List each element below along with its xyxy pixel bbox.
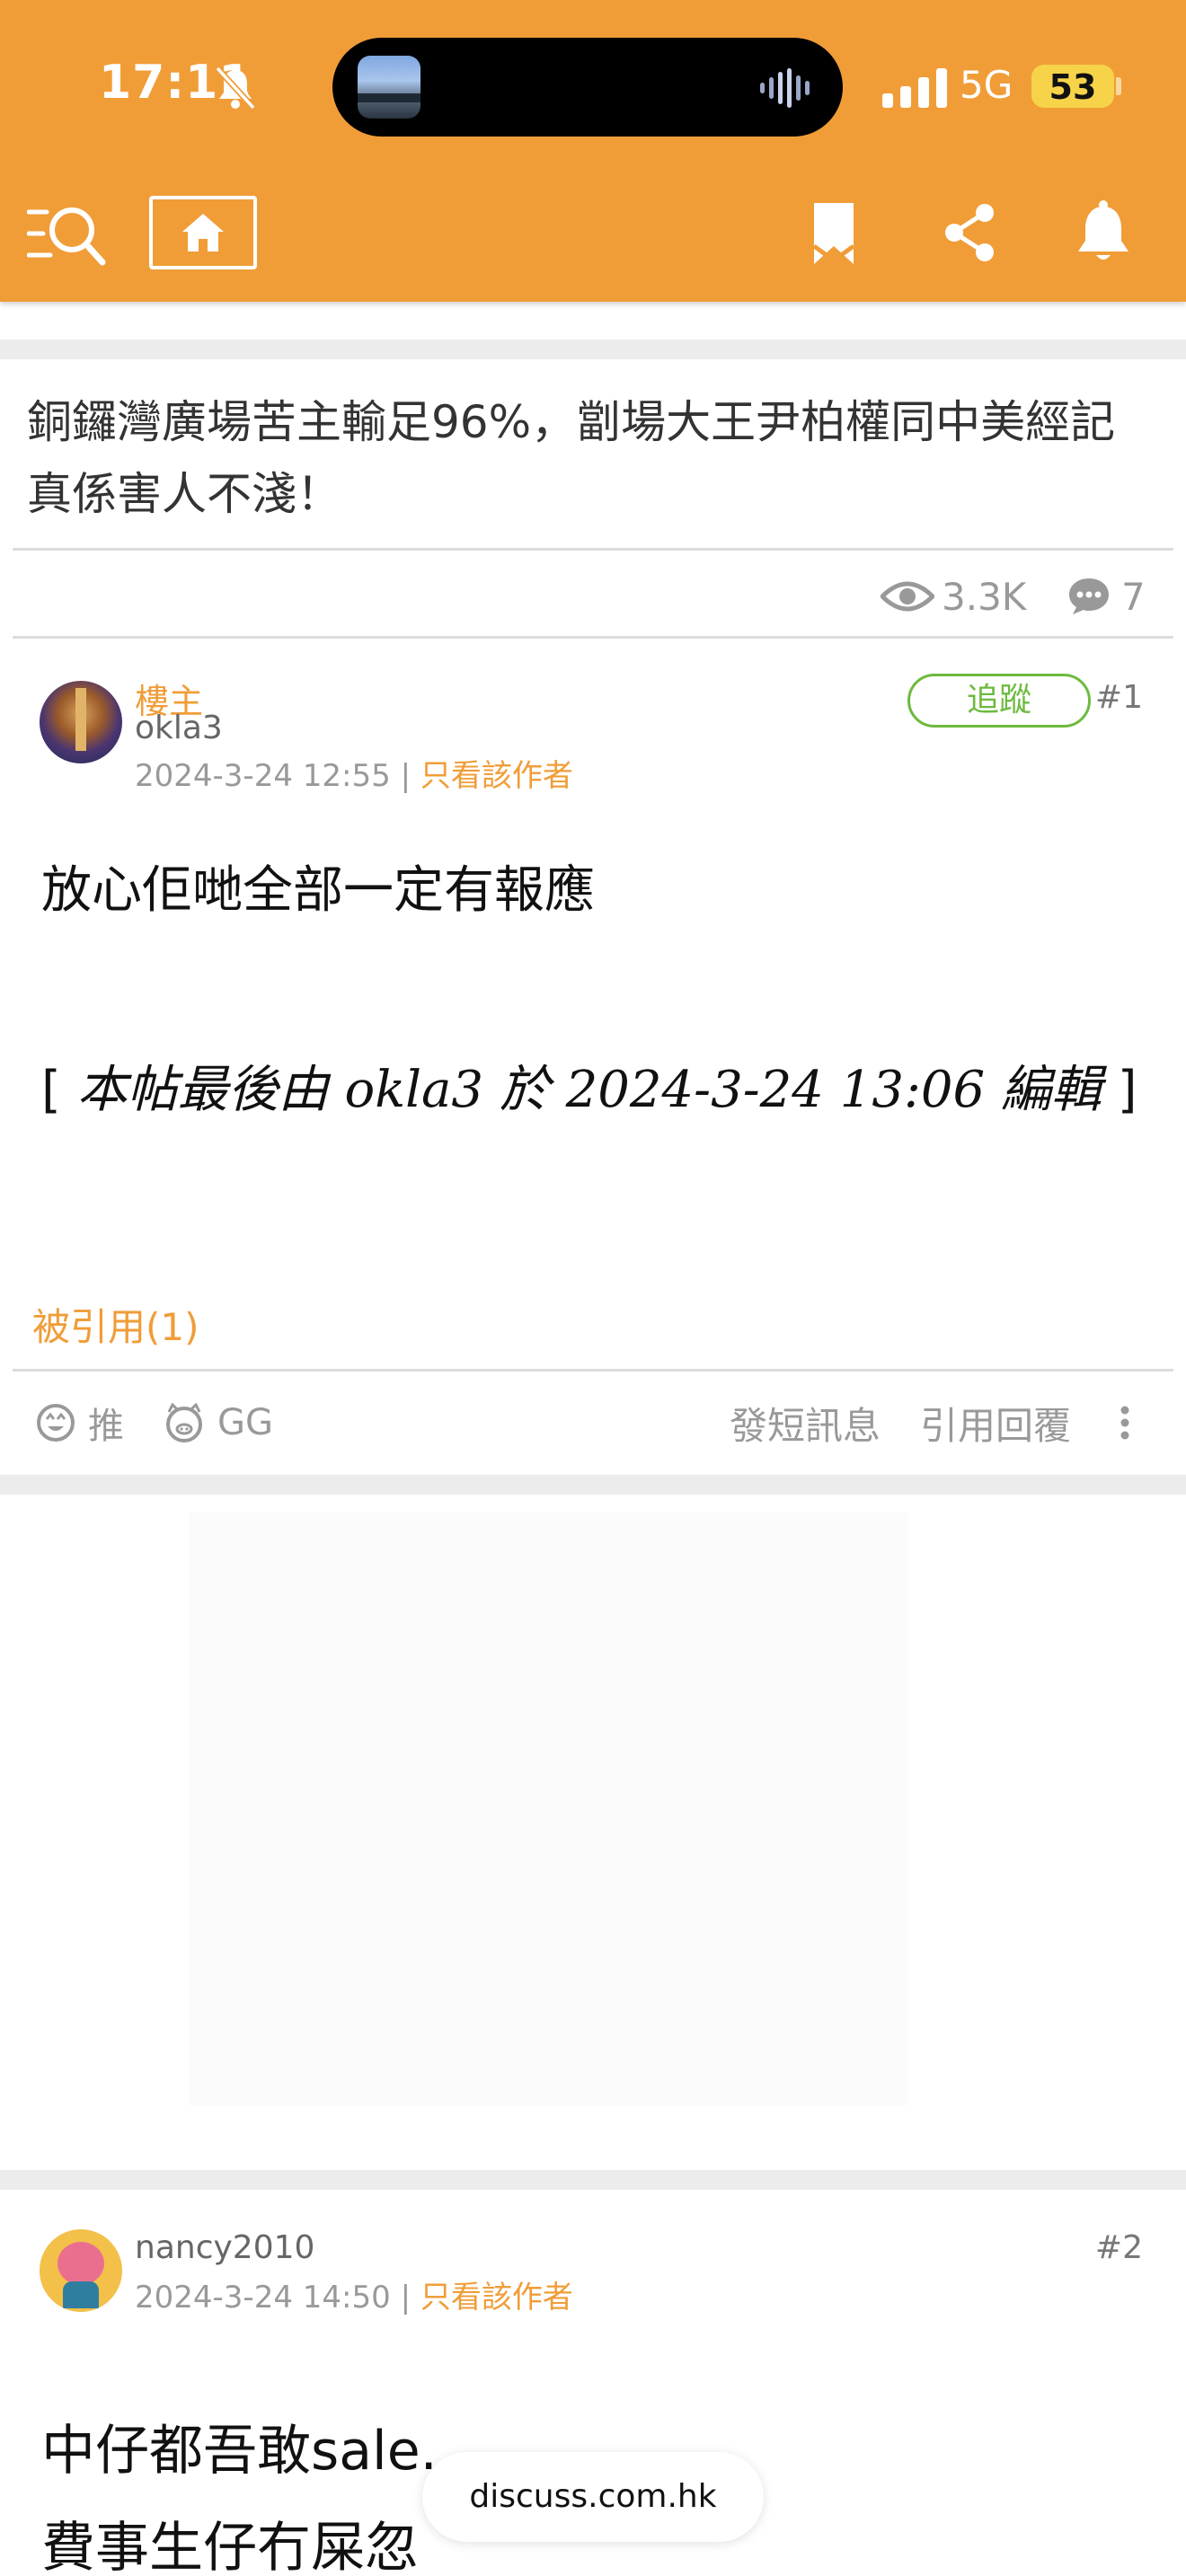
silent-mode-icon bbox=[215, 66, 256, 110]
view-count-value: 3.3K bbox=[942, 574, 1027, 619]
home-icon bbox=[182, 214, 224, 251]
gg-button[interactable]: GG bbox=[164, 1390, 273, 1455]
cited-link[interactable]: 被引用(1) bbox=[32, 1297, 199, 1352]
post-meta: 2024-3-24 12:55 | 只看該作者 bbox=[135, 751, 573, 795]
meta-separator: | bbox=[400, 758, 412, 794]
eye-icon bbox=[881, 581, 934, 612]
network-type: 5G bbox=[960, 63, 1013, 107]
menu-search-icon[interactable] bbox=[27, 199, 106, 268]
battery-tip bbox=[1116, 77, 1121, 95]
pig-face-icon bbox=[166, 1403, 202, 1442]
ad-faded-content bbox=[189, 1513, 907, 2105]
avatar[interactable] bbox=[40, 681, 122, 763]
send-message-button[interactable]: 發短訊息 bbox=[730, 1390, 881, 1455]
share-icon[interactable] bbox=[943, 203, 996, 262]
post-meta: 2024-3-24 14:50 | 只看該作者 bbox=[135, 2272, 573, 2316]
username[interactable]: nancy2010 bbox=[135, 2229, 314, 2266]
browser-url-pill[interactable]: discuss.com.hk bbox=[422, 2452, 764, 2542]
avatar-figure-body bbox=[63, 2281, 99, 2308]
post-body-line: 中仔都吾敢sale... bbox=[41, 2420, 472, 2483]
divider bbox=[13, 548, 1173, 551]
follow-button[interactable]: 追蹤 bbox=[907, 674, 1091, 728]
divider bbox=[13, 1369, 1173, 1372]
author-only-link[interactable]: 只看該作者 bbox=[420, 758, 573, 794]
author-only-link[interactable]: 只看該作者 bbox=[420, 2280, 573, 2316]
post-body: 放心佢哋全部一定有報應 bbox=[41, 861, 595, 920]
battery-level: 53 bbox=[1049, 67, 1097, 107]
edit-note-close: ] bbox=[1117, 1061, 1137, 1119]
meta-separator: | bbox=[400, 2280, 412, 2316]
cellular-signal-icon bbox=[882, 68, 947, 108]
app-header: 17:11 5G 53 bbox=[0, 0, 1186, 302]
avatar-figure bbox=[58, 2242, 104, 2285]
audio-waveform-icon bbox=[760, 68, 810, 108]
section-separator bbox=[0, 1475, 1186, 1495]
bookmark-icon[interactable] bbox=[812, 201, 855, 266]
avatar[interactable] bbox=[40, 2229, 122, 2312]
push-button[interactable]: 推 bbox=[36, 1390, 124, 1455]
battery-indicator: 53 bbox=[1031, 65, 1114, 108]
section-separator bbox=[0, 2170, 1186, 2190]
more-options-icon[interactable] bbox=[1118, 1405, 1132, 1441]
post-body-line: 費事生仔冇屎忽 bbox=[41, 2517, 419, 2576]
post-action-bar: 推 GG 發短訊息 引用回覆 bbox=[0, 1390, 1186, 1455]
notification-bell-icon[interactable] bbox=[1075, 199, 1132, 264]
reply-count: 7 bbox=[1067, 571, 1146, 622]
post-date: 2024-3-24 12:55 bbox=[135, 758, 391, 794]
now-playing-thumbnail bbox=[358, 56, 420, 119]
section-separator bbox=[0, 340, 1186, 359]
comment-icon bbox=[1069, 578, 1109, 614]
floor-number[interactable]: #2 bbox=[1095, 2229, 1143, 2266]
post-date: 2024-3-24 14:50 bbox=[135, 2280, 391, 2316]
push-face-icon bbox=[37, 1404, 75, 1442]
thread-title: 銅鑼灣廣場苦主輸足96%，劏場大王尹柏權同中美經記真係害人不淺！ bbox=[27, 396, 1116, 520]
home-button[interactable] bbox=[149, 196, 257, 269]
edit-note-open: [ bbox=[41, 1061, 61, 1119]
edit-note: [ 本帖最後由 okla3 於 2024-3-24 13:06 編輯 ] bbox=[41, 1042, 1155, 1139]
thread-title-block: 銅鑼灣廣場苦主輸足96%，劏場大王尹柏權同中美經記真係害人不淺！ bbox=[0, 359, 1186, 550]
username[interactable]: okla3 bbox=[135, 710, 223, 746]
ad-placeholder bbox=[0, 1495, 1186, 2170]
floor-number[interactable]: #1 bbox=[1095, 679, 1143, 716]
edit-note-text: 本帖最後由 okla3 於 2024-3-24 13:06 編輯 bbox=[76, 1061, 1102, 1119]
divider bbox=[13, 636, 1173, 639]
view-count: 3.3K bbox=[881, 571, 1026, 622]
dynamic-island[interactable] bbox=[332, 38, 843, 137]
reply-count-value: 7 bbox=[1121, 574, 1146, 619]
push-label: 推 bbox=[88, 1406, 124, 1447]
quote-reply-button[interactable]: 引用回覆 bbox=[920, 1390, 1071, 1455]
gg-label: GG bbox=[217, 1402, 273, 1443]
